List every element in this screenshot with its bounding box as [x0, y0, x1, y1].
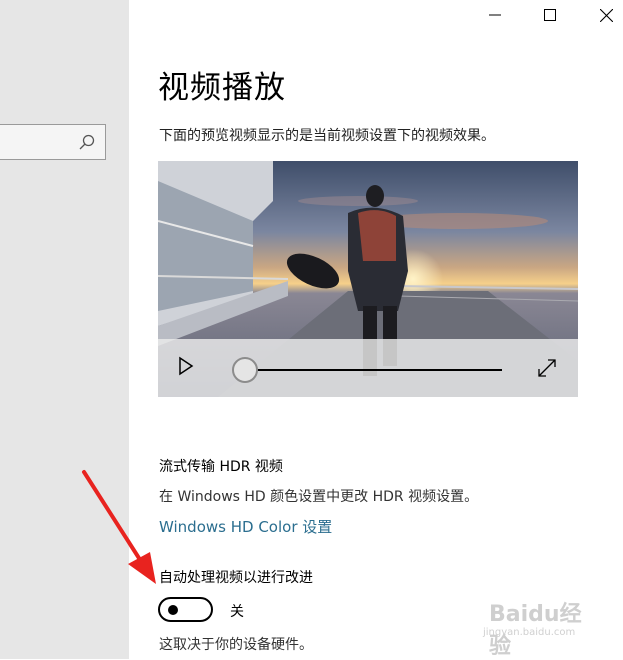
hardware-note: 这取决于你的设备硬件。	[159, 637, 313, 653]
video-controls	[158, 339, 578, 397]
watermark-subtext: jingyan.baidu.com	[483, 627, 576, 638]
minimize-button[interactable]	[472, 0, 518, 30]
close-icon	[599, 8, 613, 22]
page-title: 视频播放	[158, 70, 286, 106]
maximize-icon	[544, 9, 556, 21]
search-input[interactable]	[0, 124, 106, 160]
auto-process-toggle[interactable]	[158, 597, 213, 622]
close-button[interactable]	[583, 0, 623, 30]
video-preview[interactable]	[158, 161, 578, 397]
toggle-knob	[168, 605, 178, 615]
toggle-state-label: 关	[230, 604, 244, 620]
annotation-arrow-icon	[82, 470, 156, 584]
minimize-icon	[489, 14, 501, 16]
preview-description: 下面的预览视频显示的是当前视频设置下的视频效果。	[159, 128, 495, 144]
fullscreen-icon[interactable]	[536, 357, 558, 379]
progress-thumb[interactable]	[232, 357, 258, 383]
play-icon[interactable]	[178, 356, 194, 376]
maximize-button[interactable]	[527, 0, 573, 30]
progress-track[interactable]	[248, 369, 502, 371]
search-icon[interactable]	[78, 133, 96, 151]
hdr-heading: 流式传输 HDR 视频	[159, 459, 283, 475]
windows-hd-color-settings-link[interactable]: Windows HD Color 设置	[159, 516, 332, 537]
baidu-watermark: Baidu经验 jingyan.baidu.com	[475, 596, 595, 659]
auto-process-heading: 自动处理视频以进行改进	[159, 570, 313, 586]
hdr-description: 在 Windows HD 颜色设置中更改 HDR 视频设置。	[159, 489, 479, 505]
